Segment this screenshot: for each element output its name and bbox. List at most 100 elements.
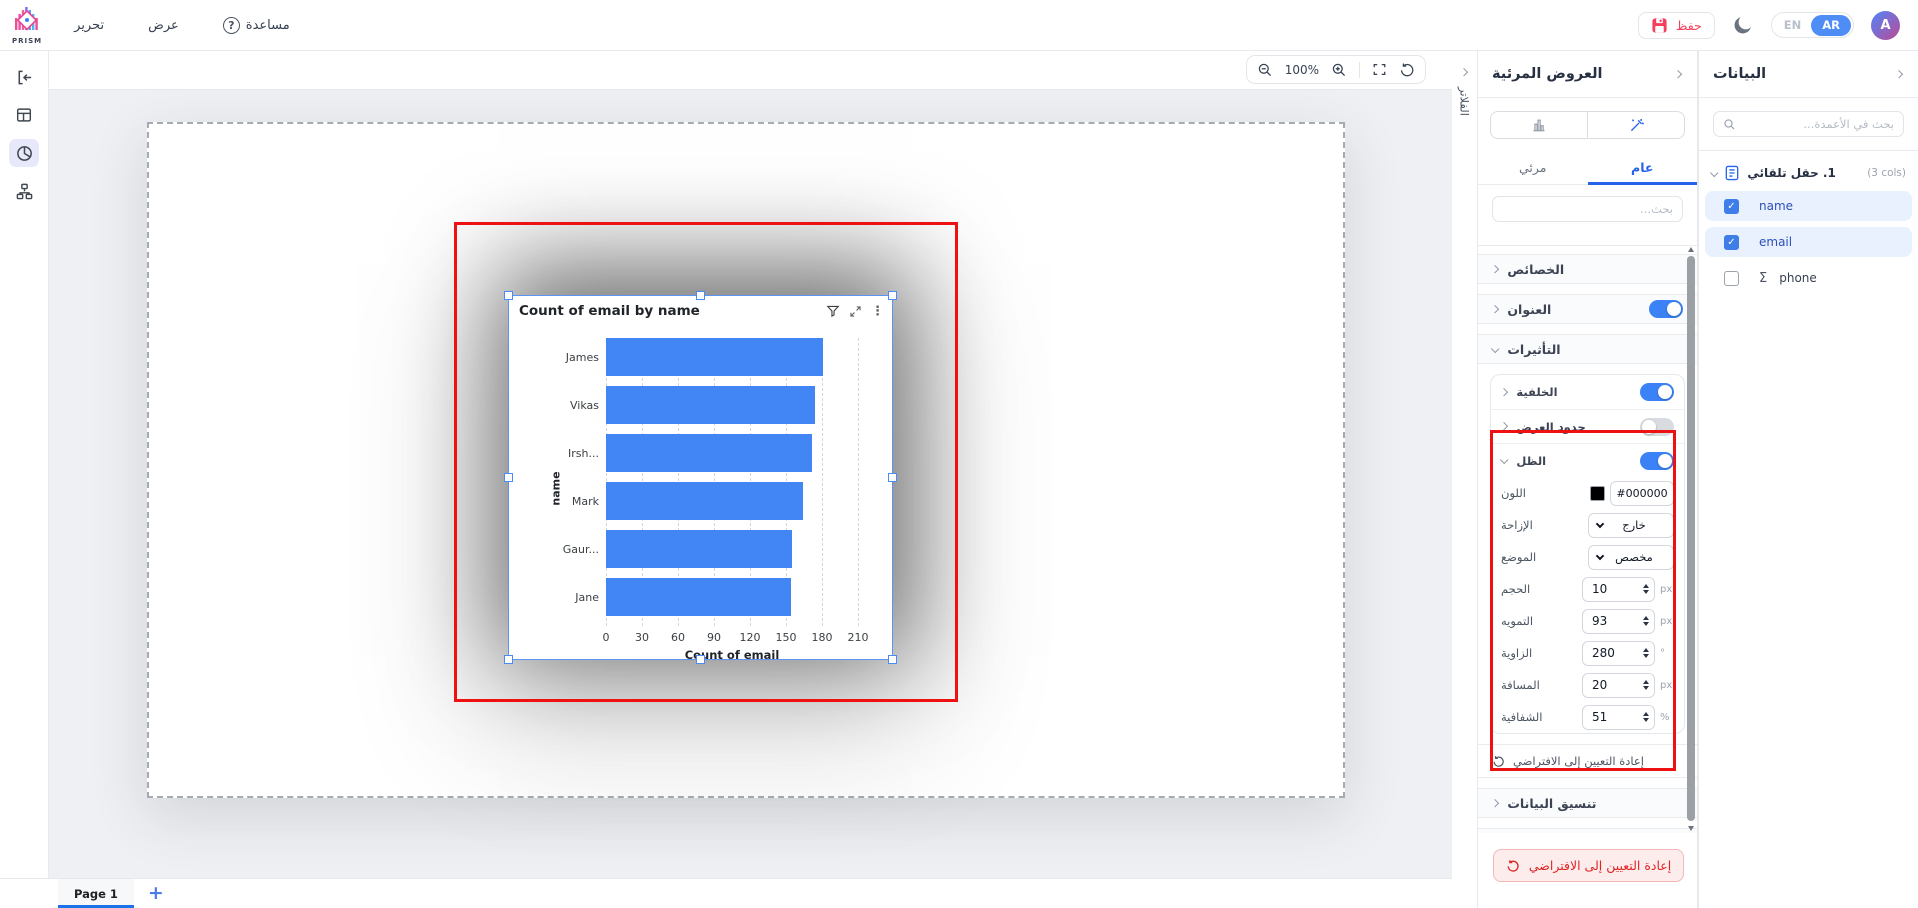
resize-handle-sw[interactable] (504, 655, 513, 664)
menu-edit[interactable]: تحرير (74, 18, 104, 33)
design-canvas[interactable]: Count of email by name ⋮ name 0306090120… (49, 90, 1452, 878)
bar-Vikas[interactable] (606, 386, 815, 424)
section-properties[interactable]: الخصائص (1478, 254, 1697, 284)
tab-visual[interactable]: مرئي (1478, 151, 1588, 184)
lang-option-en[interactable]: EN (1774, 18, 1811, 32)
resize-handle-se[interactable] (888, 655, 897, 664)
phone-checkbox[interactable] (1724, 271, 1739, 286)
reset-shadow-defaults-link[interactable]: إعادة التعيين إلى الافتراضي (1478, 744, 1697, 778)
section-tooltips-clipped[interactable]: أدوات التلميح (1478, 828, 1697, 833)
resize-handle-n[interactable] (696, 291, 705, 300)
menu-help[interactable]: ? مساعدة (223, 17, 290, 34)
dark-mode-moon-icon[interactable] (1732, 14, 1754, 36)
expand-icon[interactable] (849, 305, 862, 318)
collapse-data-panel-icon[interactable] (1894, 69, 1903, 78)
column-search-input[interactable] (1744, 117, 1894, 131)
section-effects[interactable]: التأثيرات (1478, 334, 1697, 364)
add-page-button[interactable]: + (148, 884, 164, 903)
color-swatch[interactable] (1590, 486, 1605, 501)
canvas-toolbar-strip: 100% (49, 51, 1452, 90)
field-row-name[interactable]: ✓ name (1705, 191, 1912, 221)
bar-Jane[interactable] (606, 578, 791, 616)
chart-type-button[interactable] (1491, 112, 1588, 138)
lang-option-ar[interactable]: AR (1811, 15, 1851, 36)
x-tick-label: 0 (603, 631, 610, 644)
field-row-email[interactable]: ✓ email (1705, 227, 1912, 257)
filters-collapsed-panel[interactable]: الفلاتر (1452, 51, 1478, 908)
user-avatar[interactable]: A (1871, 11, 1900, 40)
distance-stepper[interactable] (1643, 680, 1649, 690)
expand-filters-icon[interactable] (1460, 68, 1469, 77)
language-toggle[interactable]: EN AR (1771, 12, 1854, 38)
opacity-input[interactable]: 51 (1582, 705, 1655, 730)
scrollbar-thumb[interactable] (1687, 256, 1695, 821)
zoom-in-icon[interactable] (1331, 62, 1347, 78)
resize-handle-w[interactable] (504, 473, 513, 482)
app-logo[interactable]: PRISM (12, 6, 42, 45)
chart-widget[interactable]: Count of email by name ⋮ name 0306090120… (508, 295, 893, 660)
data-panel: البيانات 1. حقل تلقائي (3 cols) ✓ name (1698, 51, 1918, 908)
section-data-format[interactable]: تنسيق البيانات (1478, 788, 1697, 818)
size-input[interactable]: 10 (1582, 577, 1655, 602)
distance-input[interactable]: 20 (1582, 673, 1655, 698)
resize-handle-e[interactable] (888, 473, 897, 482)
shadow-toggle[interactable] (1640, 452, 1674, 470)
menu-help-label: مساعدة (246, 18, 290, 33)
field-row-phone[interactable]: Σ phone (1705, 263, 1912, 293)
x-tick-label: 30 (635, 631, 649, 644)
collapse-viz-panel-icon[interactable] (1673, 69, 1682, 78)
viz-search-input[interactable] (1502, 202, 1673, 216)
offset-select[interactable]: خارج (1588, 513, 1674, 538)
save-button[interactable]: حفظ (1638, 12, 1715, 39)
borders-toggle[interactable] (1640, 418, 1674, 436)
chart-row: Gaur... (606, 530, 884, 568)
opacity-stepper[interactable] (1643, 712, 1649, 722)
position-select[interactable]: مخصص (1588, 545, 1674, 570)
effect-borders[interactable]: حدود العرض (1491, 409, 1684, 443)
reset-icon (1492, 755, 1505, 768)
zoom-toolbar: 100% (1246, 55, 1426, 84)
angle-stepper[interactable] (1643, 648, 1649, 658)
background-toggle[interactable] (1640, 383, 1674, 401)
effect-background[interactable]: الخلفية (1491, 375, 1684, 409)
filter-funnel-icon[interactable] (826, 304, 840, 318)
title-toggle[interactable] (1649, 300, 1683, 318)
color-hex-input[interactable]: #000000 (1610, 481, 1674, 506)
fit-screen-icon[interactable] (1372, 62, 1387, 77)
style-magic-button[interactable] (1588, 112, 1684, 138)
menu-view[interactable]: عرض (148, 18, 179, 33)
collapse-panel-button[interactable] (9, 63, 39, 91)
reset-to-default-button[interactable]: إعادة التعيين إلى الافتراضي (1493, 849, 1684, 882)
layout-view-button[interactable] (9, 101, 39, 129)
chart-row: Jane (606, 578, 884, 616)
resize-handle-nw[interactable] (504, 291, 513, 300)
reset-view-icon[interactable] (1399, 62, 1415, 78)
bar-Mark[interactable] (606, 482, 803, 520)
size-stepper[interactable] (1643, 584, 1649, 594)
dataset-group-row[interactable]: 1. حقل تلقائي (3 cols) (1699, 155, 1918, 191)
blur-stepper[interactable] (1643, 616, 1649, 626)
effect-shadow[interactable]: الظل (1491, 443, 1684, 477)
charts-view-button[interactable] (9, 139, 39, 167)
name-checkbox[interactable]: ✓ (1724, 199, 1739, 214)
chart-row: Vikas (606, 386, 884, 424)
angle-input[interactable]: 280 (1582, 641, 1655, 666)
blur-input[interactable]: 93 (1582, 609, 1655, 634)
resize-handle-ne[interactable] (888, 291, 897, 300)
page-tab-1[interactable]: Page 1 (58, 879, 134, 908)
resize-handle-s[interactable] (696, 655, 705, 664)
flow-view-button[interactable] (9, 177, 39, 205)
bar-Irsh[interactable] (606, 434, 812, 472)
viz-scroll-area: الخصائص العنوان التأثيرات الخلفية حدود ا… (1478, 245, 1697, 833)
email-checkbox[interactable]: ✓ (1724, 235, 1739, 250)
bar-James[interactable] (606, 338, 823, 376)
section-title[interactable]: العنوان (1478, 294, 1697, 324)
scroll-down-arrow[interactable] (1688, 826, 1694, 831)
bar-Gaur[interactable] (606, 530, 792, 568)
chart-menu-icon[interactable]: ⋮ (871, 305, 884, 318)
zoom-out-icon[interactable] (1257, 62, 1273, 78)
scroll-up-arrow[interactable] (1688, 247, 1694, 252)
y-category-label: Mark (572, 482, 599, 520)
y-category-label: Vikas (570, 386, 599, 424)
tab-general[interactable]: عام (1588, 151, 1698, 184)
